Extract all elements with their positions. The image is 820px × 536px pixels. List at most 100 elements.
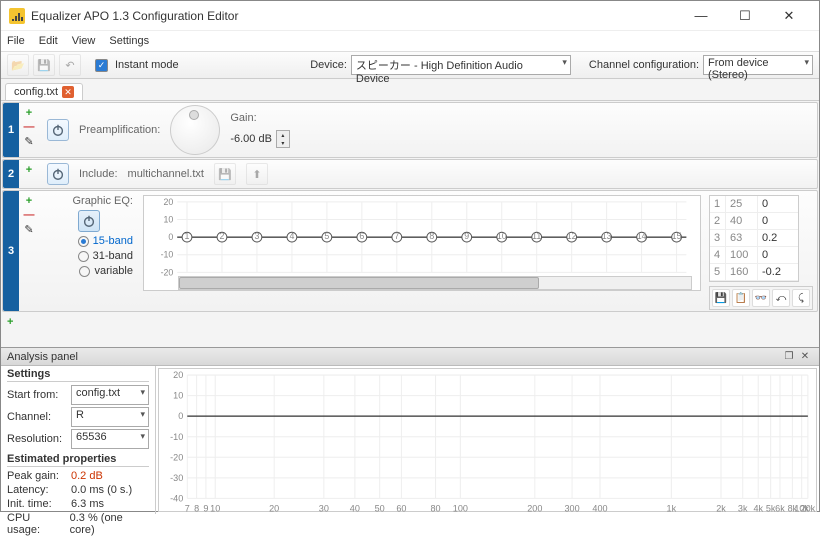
svg-text:3k: 3k — [738, 504, 748, 514]
svg-text:4k: 4k — [753, 504, 763, 514]
svg-text:10: 10 — [210, 504, 220, 514]
clipboard-icon[interactable]: 📋 — [732, 289, 750, 307]
block-include: 2 + Include: multichannel.txt 💾 ⬆ — [2, 159, 818, 189]
svg-text:8: 8 — [194, 504, 199, 514]
svg-text:12: 12 — [567, 231, 577, 241]
eq-chart[interactable]: 20100-10-2012524036341005160625074008630… — [143, 195, 701, 291]
up-button[interactable]: ⬆ — [246, 163, 268, 185]
analysis-panel: Analysis panel ❐ ✕ Settings Start from:c… — [1, 347, 819, 514]
edit-icon[interactable]: ✎ — [24, 223, 33, 236]
save-include-button[interactable]: 💾 — [214, 163, 236, 185]
radio-variable[interactable]: variable — [79, 265, 133, 277]
channel-select[interactable]: R — [71, 407, 149, 427]
svg-text:7: 7 — [185, 504, 190, 514]
remove-icon[interactable]: — — [24, 209, 35, 221]
block-graphic-eq: 3 + — ✎ Graphic EQ: 15-band 31-band vari… — [2, 190, 818, 312]
link-icon[interactable]: 👓 — [752, 289, 770, 307]
svg-text:20: 20 — [173, 370, 183, 380]
undo-button[interactable]: ↶ — [59, 54, 81, 76]
eq-tool-icons: 💾 📋 👓 ⤺ ⤹ — [709, 286, 813, 310]
add-icon[interactable]: + — [26, 107, 32, 119]
block-controls: + — ✎ — [19, 103, 39, 157]
eq-value-table[interactable]: 125024003630.2410005160-0.2 — [709, 195, 799, 282]
resolution-select[interactable]: 65536 — [71, 429, 149, 449]
svg-text:1: 1 — [185, 231, 190, 241]
svg-text:50: 50 — [375, 504, 385, 514]
add-icon[interactable]: + — [26, 164, 32, 176]
svg-text:8: 8 — [429, 231, 434, 241]
device-label: Device: — [310, 59, 347, 71]
svg-text:0: 0 — [178, 411, 183, 421]
svg-text:15: 15 — [672, 231, 682, 241]
power-toggle[interactable] — [78, 210, 100, 232]
svg-text:20: 20 — [163, 197, 173, 207]
menu-edit[interactable]: Edit — [39, 35, 58, 47]
svg-text:3: 3 — [254, 231, 259, 241]
power-toggle[interactable] — [47, 163, 69, 185]
svg-text:9: 9 — [203, 504, 208, 514]
menu-view[interactable]: View — [72, 35, 96, 47]
svg-text:-20: -20 — [170, 452, 183, 462]
add-block-row: + — [1, 313, 819, 331]
svg-text:14: 14 — [637, 231, 647, 241]
svg-text:2: 2 — [220, 231, 225, 241]
svg-text:10: 10 — [163, 214, 173, 224]
tabbar: config.txt ✕ — [1, 79, 819, 101]
maximize-button[interactable]: ☐ — [723, 2, 767, 30]
cpu-usage-value: 0.3 % (one core) — [70, 512, 149, 536]
tab-config[interactable]: config.txt ✕ — [5, 83, 83, 100]
block-number: 2 — [3, 160, 19, 188]
workarea: 1 + — ✎ Preamplification: Gain: -6.00 dB… — [1, 101, 819, 347]
save-icon[interactable]: 💾 — [712, 289, 730, 307]
latency-value: 0.0 ms (0 s.) — [71, 484, 132, 496]
svg-text:2k: 2k — [716, 504, 726, 514]
svg-text:200: 200 — [527, 504, 542, 514]
svg-text:11: 11 — [532, 231, 541, 241]
add-block-icon[interactable]: + — [7, 316, 13, 328]
channel-config-select[interactable]: From device (Stereo) — [703, 55, 813, 75]
radio-31band[interactable]: 31-band — [78, 250, 133, 262]
edit-icon[interactable]: ✎ — [24, 135, 33, 148]
titlebar: Equalizer APO 1.3 Configuration Editor —… — [1, 1, 819, 31]
svg-text:40: 40 — [350, 504, 360, 514]
gain-value: -6.00 dB — [230, 133, 272, 145]
gain-label: Gain: — [230, 112, 290, 124]
menu-settings[interactable]: Settings — [109, 35, 149, 47]
svg-text:-40: -40 — [170, 493, 183, 503]
instant-mode-checkbox[interactable]: ✓ — [95, 59, 108, 72]
invert-icon[interactable]: ⤹ — [792, 289, 810, 307]
gain-spinner[interactable]: ▴▾ — [276, 130, 290, 148]
svg-text:-10: -10 — [161, 250, 174, 260]
svg-text:30: 30 — [319, 504, 329, 514]
close-button[interactable]: ✕ — [767, 2, 811, 30]
init-time-value: 6.3 ms — [71, 498, 104, 510]
include-file: multichannel.txt — [128, 168, 204, 180]
open-button[interactable]: 📂 — [7, 54, 29, 76]
eq-scrollbar[interactable] — [178, 276, 692, 290]
svg-text:5: 5 — [324, 231, 329, 241]
power-toggle[interactable] — [47, 119, 69, 141]
block-preamp: 1 + — ✎ Preamplification: Gain: -6.00 dB… — [2, 102, 818, 158]
radio-15band[interactable]: 15-band — [78, 235, 133, 247]
svg-text:20: 20 — [269, 504, 279, 514]
gain-knob[interactable] — [170, 105, 220, 155]
close-panel-icon[interactable]: ✕ — [797, 350, 813, 364]
menubar: File Edit View Settings — [1, 31, 819, 51]
block-number: 1 — [3, 103, 19, 157]
close-tab-icon[interactable]: ✕ — [62, 86, 74, 98]
add-icon[interactable]: + — [26, 195, 32, 207]
svg-text:-20: -20 — [161, 267, 174, 277]
menu-file[interactable]: File — [7, 35, 25, 47]
window-title: Equalizer APO 1.3 Configuration Editor — [31, 9, 679, 23]
block-controls: + — ✎ — [19, 191, 39, 311]
start-from-select[interactable]: config.txt — [71, 385, 149, 405]
eq-options: Graphic EQ: 15-band 31-band variable — [39, 191, 139, 311]
undock-icon[interactable]: ❐ — [781, 350, 797, 364]
save-button[interactable]: 💾 — [33, 54, 55, 76]
device-select[interactable]: スピーカー - High Definition Audio Device — [351, 55, 571, 75]
app-icon — [9, 8, 25, 24]
reset-icon[interactable]: ⤺ — [772, 289, 790, 307]
analysis-chart[interactable]: 20100-10-20-30-4078910203040506080100200… — [158, 368, 817, 512]
remove-icon[interactable]: — — [24, 121, 35, 133]
minimize-button[interactable]: — — [679, 2, 723, 30]
